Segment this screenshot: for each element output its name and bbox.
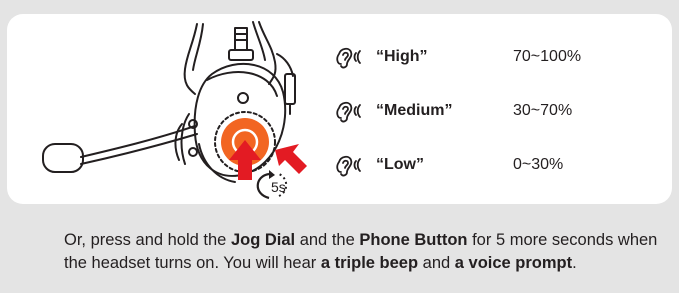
level-name: “Medium”	[376, 102, 453, 119]
phone-button-term: Phone Button	[359, 230, 468, 249]
level-row-medium: “Medium” 30~70%	[333, 96, 572, 126]
headset-illustration: 5s	[42, 21, 307, 200]
caption-text: Or, press and hold the	[64, 230, 231, 249]
level-range: 0~30%	[513, 156, 564, 173]
level-range: 70~100%	[513, 48, 582, 65]
ear-sound-icon	[336, 101, 361, 123]
level-row-high: “High” 70~100%	[333, 42, 581, 72]
level-row-low: “Low” 0~30%	[333, 150, 563, 180]
level-name: “High”	[376, 48, 428, 65]
instruction-panel: 5s “High” 70~100% “Medium” 30~70% “Low” …	[7, 14, 672, 204]
jog-dial-term: Jog Dial	[230, 230, 296, 249]
phone-button-arrow-icon	[275, 144, 307, 174]
caption-text: and	[418, 253, 455, 272]
timer-label: 5s	[271, 179, 286, 195]
caption-text: .	[572, 253, 577, 272]
hold-timer-icon: 5s	[256, 170, 288, 200]
ear-sound-icon	[336, 155, 361, 177]
caption-text: and the	[295, 230, 360, 249]
instruction-caption: Or, press and hold the Jog Dial and the …	[64, 229, 664, 275]
voice-prompt-term: a voice prompt	[454, 253, 573, 272]
volume-levels-list: “High” 70~100% “Medium” 30~70% “Low” 0~3…	[333, 14, 663, 204]
level-name: “Low”	[376, 156, 424, 173]
triple-beep-term: a triple beep	[320, 253, 419, 272]
level-range: 30~70%	[513, 102, 573, 119]
ear-sound-icon	[336, 47, 361, 69]
